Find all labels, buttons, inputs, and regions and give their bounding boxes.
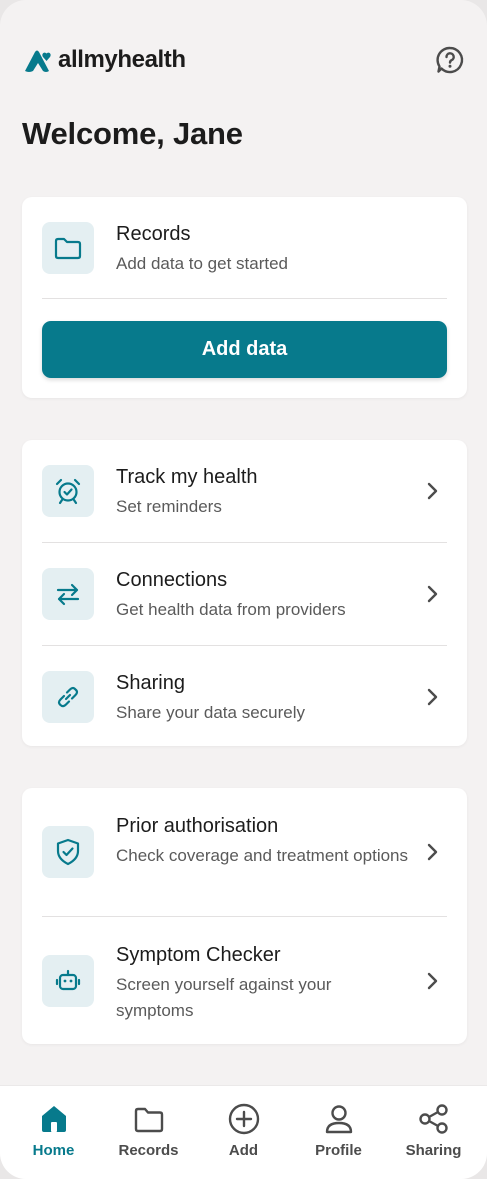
- share-icon: [418, 1104, 448, 1134]
- prior-auth-subtitle: Check coverage and treatment options: [116, 846, 409, 865]
- allmyhealth-logo-icon: [25, 50, 51, 72]
- track-text: Track my health Set reminders: [116, 465, 447, 520]
- menu-item-track-my-health[interactable]: Track my health Set reminders: [22, 440, 467, 542]
- records-row: Records Add data to get started: [22, 197, 467, 298]
- brand-logo: allmyhealth: [22, 44, 186, 76]
- help-button[interactable]: [435, 45, 465, 75]
- nav-label-home: Home: [32, 1142, 75, 1159]
- nav-item-home[interactable]: Home: [8, 1086, 100, 1179]
- symptom-title: Symptom Checker: [116, 944, 281, 966]
- connections-title: Connections: [116, 569, 228, 591]
- symptom-icon-box: [42, 955, 94, 1007]
- menu-item-sharing[interactable]: Sharing Share your data securely: [22, 646, 467, 747]
- records-subtitle: Add data to get started: [116, 254, 289, 273]
- nav-label-records: Records: [118, 1142, 179, 1159]
- app-screen: allmyhealth Welcome, Jane Records Add da…: [0, 0, 487, 1179]
- chevron-right-icon: [427, 972, 438, 990]
- nav-item-records[interactable]: Records: [103, 1086, 195, 1179]
- add-data-button[interactable]: Add data: [42, 321, 447, 378]
- arrows-swap-icon: [56, 583, 80, 606]
- user-icon: [325, 1105, 352, 1134]
- connections-subtitle: Get health data from providers: [116, 600, 346, 619]
- sharing-title: Sharing: [116, 672, 185, 694]
- records-title: Records: [116, 223, 191, 245]
- header: allmyhealth: [22, 42, 465, 78]
- connections-text: Connections Get health data from provide…: [116, 568, 447, 623]
- nav-item-sharing[interactable]: Sharing: [388, 1086, 480, 1179]
- folder-icon: [54, 237, 82, 260]
- help-bubble-icon: [436, 46, 464, 74]
- services-card: Prior authorisation Check coverage and t…: [22, 788, 467, 1044]
- nav-label-sharing: Sharing: [405, 1142, 462, 1159]
- chevron-right-icon: [427, 585, 438, 603]
- records-text: Records Add data to get started: [116, 222, 447, 277]
- chevron-right-icon: [427, 482, 438, 500]
- robot-icon: [55, 969, 81, 991]
- brand-name: allmyhealth: [58, 46, 186, 73]
- shield-check-icon: [56, 838, 80, 866]
- nav-item-profile[interactable]: Profile: [293, 1086, 385, 1179]
- nav-label-profile: Profile: [315, 1142, 362, 1159]
- plus-circle-icon: [228, 1103, 259, 1135]
- home-icon: [41, 1106, 66, 1132]
- prior-auth-icon-box: [42, 826, 94, 878]
- features-card: Track my health Set reminders Connection…: [22, 440, 467, 746]
- symptom-text: Symptom Checker Screen yourself against …: [116, 943, 447, 1024]
- menu-item-symptom-checker[interactable]: Symptom Checker Screen yourself against …: [22, 917, 467, 1044]
- link-icon: [57, 686, 79, 708]
- symptom-subtitle: Screen yourself against your symptoms: [116, 975, 332, 1020]
- chevron-right-icon: [427, 688, 438, 706]
- menu-item-prior-authorisation[interactable]: Prior authorisation Check coverage and t…: [22, 788, 467, 916]
- prior-auth-title: Prior authorisation: [116, 815, 279, 837]
- connections-icon-box: [42, 568, 94, 620]
- nav-label-add: Add: [228, 1142, 259, 1159]
- records-card: Records Add data to get started Add data: [22, 197, 467, 398]
- prior-auth-text: Prior authorisation Check coverage and t…: [116, 814, 447, 869]
- nav-item-add[interactable]: Add: [198, 1086, 290, 1179]
- bottom-nav: Home Records Add Profile Sharing: [0, 1085, 487, 1179]
- folder-icon: [134, 1107, 163, 1133]
- track-subtitle: Set reminders: [116, 497, 222, 516]
- chevron-right-icon: [427, 843, 438, 861]
- welcome-heading: Welcome, Jane: [22, 116, 243, 151]
- sharing-text: Sharing Share your data securely: [116, 671, 447, 726]
- records-icon-box: [42, 222, 94, 274]
- track-icon-box: [42, 465, 94, 517]
- menu-item-connections[interactable]: Connections Get health data from provide…: [22, 543, 467, 645]
- alarm-clock-icon: [55, 478, 81, 505]
- sharing-subtitle: Share your data securely: [116, 703, 305, 722]
- sharing-icon-box: [42, 671, 94, 723]
- track-title: Track my health: [116, 466, 258, 488]
